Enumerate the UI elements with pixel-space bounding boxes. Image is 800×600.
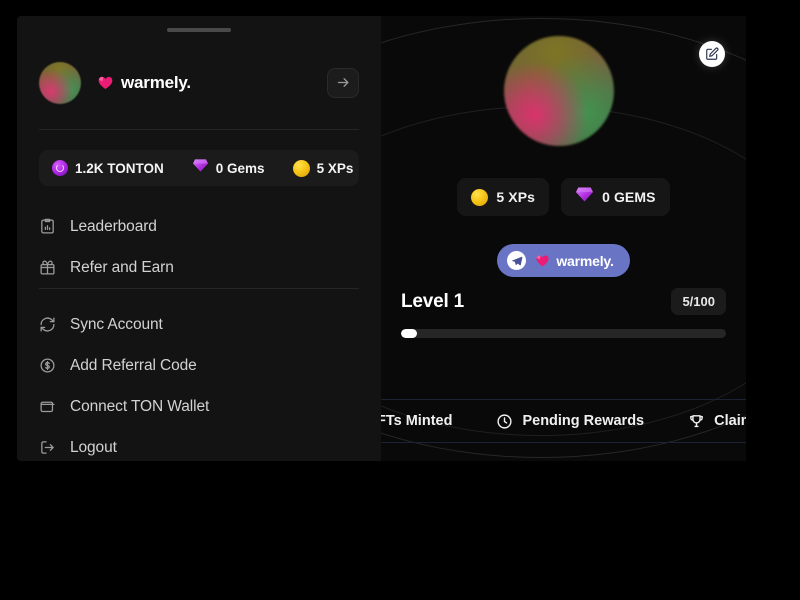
telegram-brand: warmely. <box>535 252 614 269</box>
avatar <box>39 61 81 104</box>
balance-xp[interactable]: 5 XPs <box>292 159 354 177</box>
edit-profile-button[interactable] <box>699 41 725 67</box>
balance-gems-label: 0 Gems <box>215 160 265 176</box>
menu-item-sync-account-label: Sync Account <box>70 315 163 333</box>
level-header: Level 1 5/100 <box>401 288 726 315</box>
balance-tonton-label: 1.2K TONTON <box>75 160 164 176</box>
arrow-right-icon <box>337 78 348 87</box>
leaderboard-icon <box>41 218 54 234</box>
tonton-coin-icon <box>52 160 68 176</box>
tab-claimed-label: Claimed <box>714 413 746 429</box>
balance-bar[interactable]: 1.2K TONTON 0 Gems 5 XPs <box>39 150 359 186</box>
stat-chip-gems[interactable]: 0 GEMS <box>561 178 670 216</box>
level-title: Level 1 <box>401 290 465 312</box>
profile-main-panel: 5 XPs 0 GEMS warmely. Level 1 5/100 FTs … <box>381 16 746 461</box>
gift-icon <box>40 260 55 275</box>
logout-icon <box>41 441 54 454</box>
menu-item-add-referral-code-label: Add Referral Code <box>70 356 197 374</box>
drawer-profile-name-wrap: warmely. <box>97 73 191 93</box>
menu-item-logout[interactable]: Logout <box>39 427 369 468</box>
menu-item-add-referral-code[interactable]: Add Referral Code <box>39 345 369 386</box>
menu-item-sync-account[interactable]: Sync Account <box>39 304 369 345</box>
profile-avatar <box>504 36 614 146</box>
drawer-menu-secondary: Sync Account Add Referral Code Connect T… <box>39 304 369 468</box>
tab-pending-rewards[interactable]: Pending Rewards <box>496 413 644 430</box>
drawer-profile-row[interactable]: warmely. <box>39 60 359 105</box>
stat-chip-xp-label: 5 XPs <box>496 189 536 205</box>
dollar-circle-icon <box>40 358 55 373</box>
menu-item-leaderboard-label: Leaderboard <box>70 217 157 235</box>
telegram-username: warmely. <box>556 252 614 269</box>
drawer-menu-primary: Leaderboard Refer and Earn <box>39 206 369 288</box>
menu-item-logout-label: Logout <box>70 438 117 456</box>
drawer-divider-top <box>39 129 359 130</box>
heart-logo-icon <box>98 76 113 90</box>
drawer-drag-handle[interactable] <box>167 28 231 32</box>
telegram-icon <box>507 251 527 270</box>
drawer-divider-bottom <box>39 288 359 289</box>
level-progress-fill <box>401 329 418 338</box>
level-counter-badge: 5/100 <box>671 288 726 315</box>
tab-claimed[interactable]: Claimed <box>688 413 746 430</box>
trophy-icon <box>690 414 703 427</box>
level-progress-bar[interactable] <box>401 329 726 338</box>
gem-icon <box>575 186 594 208</box>
open-profile-button[interactable] <box>327 67 359 98</box>
menu-item-leaderboard[interactable]: Leaderboard <box>39 206 369 247</box>
menu-item-connect-ton-wallet[interactable]: Connect TON Wallet <box>39 386 369 427</box>
level-progress-block: Level 1 5/100 <box>401 288 726 338</box>
balance-gems[interactable]: 0 Gems <box>192 158 265 178</box>
balance-xp-label: 5 XPs <box>316 160 354 176</box>
edit-profile-icon <box>705 47 719 61</box>
balance-tonton[interactable]: 1.2K TONTON <box>52 160 164 176</box>
wallet-icon <box>40 401 55 413</box>
drawer-profile-name: warmely. <box>121 72 191 92</box>
menu-item-refer-and-earn-label: Refer and Earn <box>70 258 174 276</box>
menu-item-connect-ton-wallet-label: Connect TON Wallet <box>70 397 210 415</box>
xp-coin-icon <box>292 159 310 177</box>
clock-icon <box>497 413 513 429</box>
telegram-username-badge[interactable]: warmely. <box>497 244 630 277</box>
stat-chip-xp[interactable]: 5 XPs <box>457 178 550 216</box>
telegram-badge-wrap: warmely. <box>381 244 746 277</box>
stat-chip-row: 5 XPs 0 GEMS <box>381 178 746 216</box>
xp-coin-icon <box>471 188 489 206</box>
heart-logo-icon <box>536 255 549 267</box>
tab-pending-rewards-label: Pending Rewards <box>522 413 645 429</box>
tab-nfts-minted[interactable]: FTs Minted <box>381 413 452 430</box>
tab-nfts-minted-label: FTs Minted <box>381 413 453 429</box>
account-drawer: warmely. 1.2K TONTON 0 Gems 5 XPs Leader… <box>17 16 381 461</box>
menu-item-refer-and-earn[interactable]: Refer and Earn <box>39 247 369 288</box>
stat-chip-gems-label: 0 GEMS <box>602 189 656 205</box>
sync-icon <box>40 317 55 332</box>
gem-icon <box>192 158 209 178</box>
profile-tabbar: FTs Minted Pending Rewards Claimed <box>381 399 746 443</box>
app-root: 5 XPs 0 GEMS warmely. Level 1 5/100 FTs … <box>0 0 800 600</box>
